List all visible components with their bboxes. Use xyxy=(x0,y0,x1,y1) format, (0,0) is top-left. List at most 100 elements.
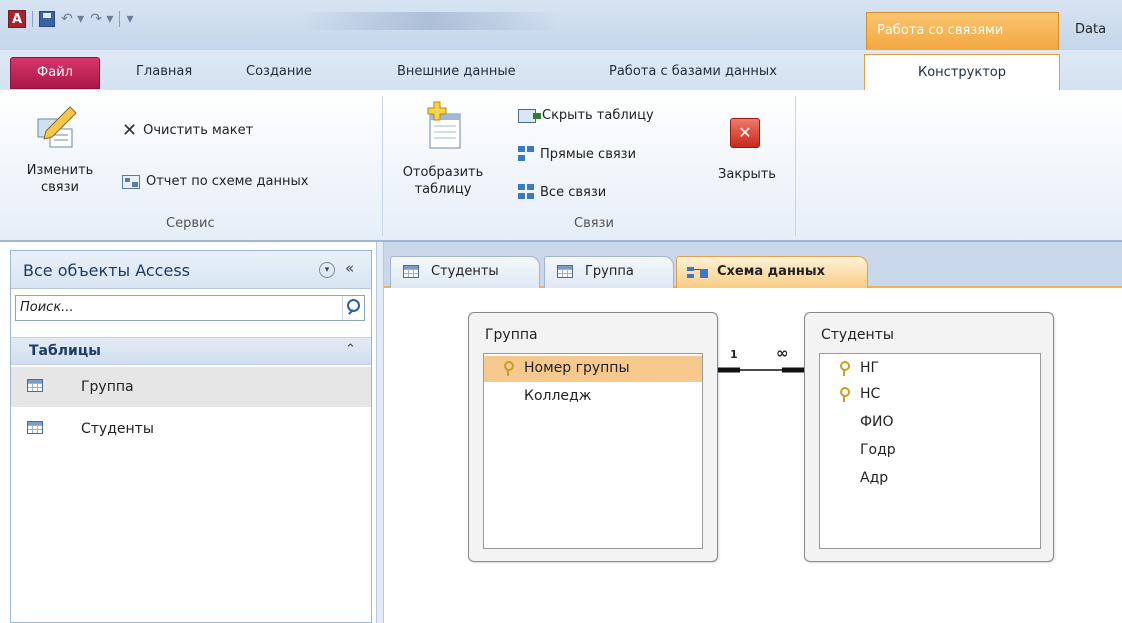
table-box-title: Группа xyxy=(485,327,538,343)
edit-relations-button[interactable]: Изменить связи xyxy=(10,162,110,196)
tab-database-tools[interactable]: Работа с базами данных xyxy=(597,58,789,88)
report-icon xyxy=(122,174,140,189)
all-relations-button[interactable]: Все связи xyxy=(518,184,606,200)
group-collapse-icon[interactable]: ⌃ xyxy=(345,342,356,357)
close-icon[interactable]: ✕ xyxy=(730,118,760,148)
show-table-label-2: таблицу xyxy=(414,182,472,197)
document-tabs: Студенты Группа Схема данных xyxy=(384,242,1122,288)
document-area: Студенты Группа Схема данных Группа Номе… xyxy=(384,242,1122,623)
group-separator xyxy=(382,96,383,236)
tab-home[interactable]: Главная xyxy=(124,58,204,88)
nav-group-tables[interactable]: Таблицы ⌃ xyxy=(11,337,371,365)
field-name: НС xyxy=(860,386,881,402)
show-table-button[interactable]: Отобразить таблицу xyxy=(396,164,490,198)
field-list: НГ НС ФИО Годр Адр xyxy=(819,353,1041,549)
nav-item-label: Группа xyxy=(81,379,134,395)
doc-tab-schema[interactable]: Схема данных xyxy=(676,256,868,288)
undo-icon[interactable]: ↶ ▾ xyxy=(61,11,84,27)
table-box-group[interactable]: Группа Номер группы Колледж xyxy=(468,312,718,562)
table-icon xyxy=(27,421,43,434)
field-row[interactable]: Годр xyxy=(820,438,1040,464)
table-box-title: Студенты xyxy=(821,327,894,343)
edit-relations-label-2: связи xyxy=(41,180,79,195)
qat-separator xyxy=(119,11,121,27)
field-name: Номер группы xyxy=(524,360,630,376)
clear-x-icon: ✕ xyxy=(122,120,138,141)
primary-key-icon xyxy=(840,361,850,376)
group-label-service: Сервис xyxy=(166,216,215,231)
field-list: Номер группы Колледж xyxy=(483,353,703,549)
field-row[interactable]: НС xyxy=(820,382,1040,408)
schema-report-label: Отчет по схеме данных xyxy=(146,174,309,189)
field-name: Колледж xyxy=(524,388,592,404)
direct-relations-label: Прямые связи xyxy=(540,146,637,162)
clear-layout-button[interactable]: ✕ Очистить макет xyxy=(122,120,253,141)
field-row[interactable]: Колледж xyxy=(484,384,702,410)
show-table-label-1: Отобразить xyxy=(402,165,484,180)
tab-external-data[interactable]: Внешние данные xyxy=(385,58,528,88)
clear-layout-label: Очистить макет xyxy=(143,123,254,138)
table-icon xyxy=(403,265,419,278)
nav-header: Все объекты Access ▾ « xyxy=(11,251,371,289)
pane-splitter[interactable] xyxy=(376,242,384,623)
nav-item-label: Студенты xyxy=(81,421,154,437)
table-icon xyxy=(27,379,43,392)
edit-relations-icon[interactable] xyxy=(36,105,80,149)
all-relations-label: Все связи xyxy=(540,184,607,200)
nav-item-group-table[interactable]: Группа xyxy=(11,367,371,407)
access-app-icon[interactable]: A xyxy=(8,10,26,28)
table-box-students[interactable]: Студенты НГ НС ФИО Годр Адр xyxy=(804,312,1054,562)
nav-item-students-table[interactable]: Студенты xyxy=(11,409,371,449)
hide-table-icon xyxy=(518,108,541,123)
tab-designer[interactable]: Конструктор xyxy=(864,54,1060,92)
table-icon xyxy=(557,265,573,278)
field-name: Адр xyxy=(860,470,889,486)
field-name: НГ xyxy=(860,360,880,376)
group-separator xyxy=(795,96,796,236)
cardinality-one: 1 xyxy=(730,348,738,361)
field-row[interactable]: НГ xyxy=(820,356,1040,382)
field-name: ФИО xyxy=(860,414,894,430)
qat-separator xyxy=(32,11,33,27)
window-title xyxy=(300,12,560,30)
direct-relations-icon xyxy=(518,146,534,162)
tab-create[interactable]: Создание xyxy=(234,58,324,88)
relationship-icon xyxy=(687,266,709,280)
direct-relations-button[interactable]: Прямые связи xyxy=(518,146,636,162)
tab-file[interactable]: Файл xyxy=(10,57,100,89)
collapse-pane-icon[interactable]: « xyxy=(345,259,354,277)
search-placeholder: Поиск... xyxy=(20,300,74,315)
nav-title[interactable]: Все объекты Access xyxy=(23,261,190,280)
redo-icon[interactable]: ↷ ▾ xyxy=(90,11,113,27)
show-table-icon[interactable] xyxy=(420,100,470,152)
primary-key-icon xyxy=(840,387,850,402)
edit-relations-label-1: Изменить xyxy=(26,163,94,178)
doc-tab-label: Группа xyxy=(585,264,634,279)
doc-tab-group[interactable]: Группа xyxy=(544,256,674,288)
schema-report-button[interactable]: Отчет по схеме данных xyxy=(122,174,308,189)
customize-qat-icon[interactable]: ▾ xyxy=(126,11,133,27)
search-icon[interactable] xyxy=(342,296,364,320)
navigation-pane: Все объекты Access ▾ « Поиск... Таблицы … xyxy=(10,250,372,623)
save-icon[interactable] xyxy=(39,11,55,27)
doc-tab-label: Схема данных xyxy=(717,264,826,279)
primary-key-icon xyxy=(504,361,514,376)
nav-group-label: Таблицы xyxy=(29,343,101,359)
quick-access-toolbar: A ↶ ▾ ↷ ▾ ▾ xyxy=(8,10,133,28)
all-relations-icon xyxy=(518,184,534,200)
close-button[interactable]: Закрыть xyxy=(710,166,784,183)
field-name: Годр xyxy=(860,442,896,458)
data-tab-label[interactable]: Data xyxy=(1075,22,1106,37)
contextual-tab-group: Работа со связями xyxy=(866,12,1059,50)
field-row[interactable]: Номер группы xyxy=(484,356,702,382)
hide-table-button[interactable]: Скрыть таблицу xyxy=(518,108,654,123)
nav-dropdown-icon[interactable]: ▾ xyxy=(319,262,335,278)
doc-tab-students[interactable]: Студенты xyxy=(390,256,540,288)
cardinality-many: ∞ xyxy=(776,344,789,362)
search-input[interactable]: Поиск... xyxy=(15,295,365,321)
doc-tab-label: Студенты xyxy=(431,264,499,279)
field-row[interactable]: ФИО xyxy=(820,410,1040,436)
hide-table-label: Скрыть таблицу xyxy=(542,108,654,123)
group-label-relations: Связи xyxy=(574,216,614,231)
field-row[interactable]: Адр xyxy=(820,466,1040,492)
